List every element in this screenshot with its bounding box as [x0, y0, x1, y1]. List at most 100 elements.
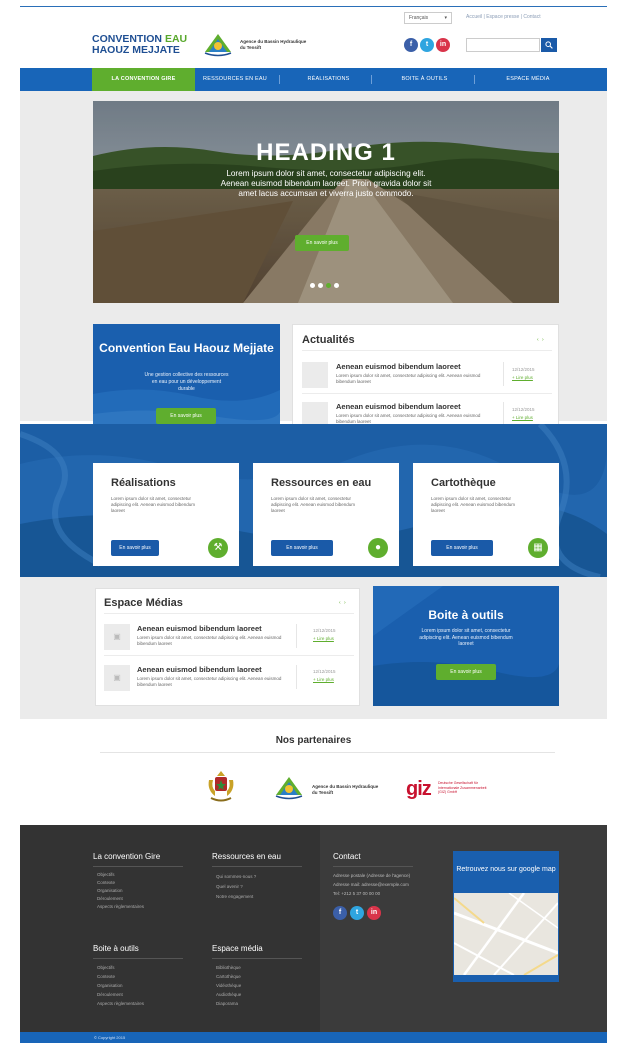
divider [104, 613, 354, 614]
footer-col-title: Contact [333, 852, 361, 861]
toolbox-subtitle: Lorem ipsum dolor sit amet, consectetur … [419, 628, 513, 647]
nav-item-ressources[interactable]: Ressources en eau [196, 68, 274, 91]
footer-link[interactable]: Audiothèque [216, 992, 241, 997]
footer-col-title: Ressources en eau [212, 852, 281, 861]
footer-col-title: Espace média [212, 944, 263, 953]
media-read-more-link[interactable]: + Lire plus [313, 636, 334, 641]
contact-address: Adresse postale (Adresse de l'agence) [333, 873, 411, 878]
giz-logo[interactable]: giz [406, 778, 432, 801]
instagram-icon[interactable]: in [367, 906, 381, 920]
water-drop-icon: ● [368, 538, 388, 558]
facebook-icon[interactable]: f [333, 906, 347, 920]
nav-item-realisations[interactable]: Réalisations [285, 68, 372, 91]
footer-link[interactable]: Bibliothèque [216, 965, 241, 970]
facebook-icon[interactable]: f [404, 38, 418, 52]
camera-icon[interactable]: ▣ [104, 665, 130, 691]
news-item-date: 12/12/2015 [512, 367, 535, 372]
slider-dot-4[interactable] [334, 283, 339, 288]
toolbox-panel: Boite à outils Lorem ipsum dolor sit ame… [373, 586, 559, 706]
footer-link[interactable]: Vidéothèque [216, 983, 241, 988]
feature-title: Ressources en eau [271, 477, 372, 489]
divider [333, 866, 413, 867]
divider [93, 866, 183, 867]
divider [296, 624, 297, 648]
footer-link[interactable]: Aspects règlementaires [97, 904, 144, 909]
contact-email[interactable]: Adresse mail: adresse@exemple.com [333, 881, 409, 888]
google-map-panel[interactable]: Retrouvez nous sur google map [453, 851, 559, 982]
news-item-title[interactable]: Aenean euismod bibendum laoreet [336, 402, 461, 411]
divider [212, 866, 302, 867]
convention-read-more-button[interactable]: En savoir plus [156, 408, 216, 424]
slider-dot-2[interactable] [318, 283, 323, 288]
language-select[interactable]: Français ▾ [404, 12, 452, 24]
tools-icon: ⚒ [208, 538, 228, 558]
feature-card-ressources: Ressources en eau Lorem ipsum dolor sit … [253, 463, 399, 566]
media-item-title[interactable]: Aenean euismod bibendum laoreet [137, 665, 262, 674]
morocco-coat-of-arms-icon[interactable] [205, 770, 237, 804]
nav-item-media[interactable]: Espace média [476, 68, 580, 91]
top-links[interactable]: Accueil | Espace presse | Contact [466, 14, 541, 20]
instagram-icon[interactable]: in [436, 38, 450, 52]
news-thumbnail[interactable] [302, 362, 328, 388]
media-read-more-link[interactable]: + Lire plus [313, 677, 334, 682]
media-item-title[interactable]: Aenean euismod bibendum laoreet [137, 624, 262, 633]
twitter-icon[interactable]: t [420, 38, 434, 52]
footer-link[interactable]: Organisation [97, 983, 123, 988]
footer-link[interactable]: Aspects règlementaires [97, 1001, 144, 1006]
feature-read-more-button[interactable]: En savoir plus [111, 540, 159, 556]
toolbox-read-more-button[interactable]: En savoir plus [436, 664, 496, 680]
footer-link[interactable]: Cartothèque [216, 974, 241, 979]
feature-read-more-button[interactable]: En savoir plus [431, 540, 493, 556]
footer-link[interactable]: Quel avenir ? [216, 884, 243, 889]
twitter-icon[interactable]: t [350, 906, 364, 920]
page: Français ▾ Accueil | Espace presse | Con… [0, 0, 627, 1043]
footer-link[interactable]: Organisation [97, 888, 123, 893]
nav-item-convention[interactable]: La convention Gire [92, 68, 195, 91]
footer-link[interactable]: Objectifs [97, 872, 115, 877]
logo-line-2: HAOUZ MEJJATE [92, 44, 180, 56]
news-item-date: 12/12/2015 [512, 407, 535, 412]
convention-subtitle: Une gestion collective des ressources en… [144, 372, 229, 392]
language-value: Français [409, 15, 429, 21]
map-title: Retrouvez nous sur google map [456, 866, 556, 873]
footer-link[interactable]: Qui sommes-nous ? [216, 874, 256, 879]
news-item-title[interactable]: Aenean euismod bibendum laoreet [336, 362, 461, 371]
footer-link[interactable]: Diaporama [216, 1001, 238, 1006]
map-icon: ▦ [528, 538, 548, 558]
hero-read-more-button[interactable]: En savoir plus [295, 235, 349, 251]
footer-link[interactable]: Contexte [97, 880, 115, 885]
feature-card-realisations: Réalisations Lorem ipsum dolor sit amet,… [93, 463, 239, 566]
footer-link[interactable]: Notre engagement [216, 894, 253, 899]
media-nav-arrows[interactable]: ‹ › [339, 600, 347, 606]
feature-text: Lorem ipsum dolor sit amet, consectetur … [431, 496, 516, 513]
nav-item-boite[interactable]: Boite à outils [373, 68, 476, 91]
agency-name: Agence du Bassin Hydraulique du Tensift [240, 39, 307, 50]
site-logo[interactable]: CONVENTION EAU HAOUZ MEJJATE [92, 34, 187, 56]
slider-dot-3[interactable] [326, 283, 331, 288]
slider-dot-1[interactable] [310, 283, 315, 288]
partners-title: Nos partenaires [275, 735, 352, 746]
feature-title: Réalisations [111, 477, 176, 489]
feature-read-more-button[interactable]: En savoir plus [271, 540, 333, 556]
copyright: © Copyright 2015 [94, 1035, 126, 1040]
news-read-more-link[interactable]: + Lire plus [512, 415, 533, 420]
media-item-date: 12/12/2015 [313, 628, 336, 633]
footer-link[interactable]: Contexte [97, 974, 115, 979]
main-nav: La convention Gire Ressources en eau Réa… [20, 68, 607, 91]
divider [212, 958, 302, 959]
feature-title: Cartothèque [431, 477, 496, 489]
footer-link[interactable]: Déroulement [97, 992, 123, 997]
news-nav-arrows[interactable]: ‹ › [537, 337, 545, 343]
search-icon [545, 41, 553, 49]
camera-icon[interactable]: ▣ [104, 624, 130, 650]
agency-emblem-icon[interactable] [274, 775, 304, 801]
search-button[interactable] [541, 38, 557, 52]
news-read-more-link[interactable]: + Lire plus [512, 375, 533, 380]
footer-link[interactable]: Objectifs [97, 965, 115, 970]
chevron-down-icon: ▾ [444, 15, 447, 21]
nav-separator [279, 75, 280, 84]
footer-link[interactable]: Déroulement [97, 896, 123, 901]
map-thumbnail[interactable] [454, 893, 558, 975]
search-input[interactable] [466, 38, 540, 52]
divider [302, 350, 552, 351]
